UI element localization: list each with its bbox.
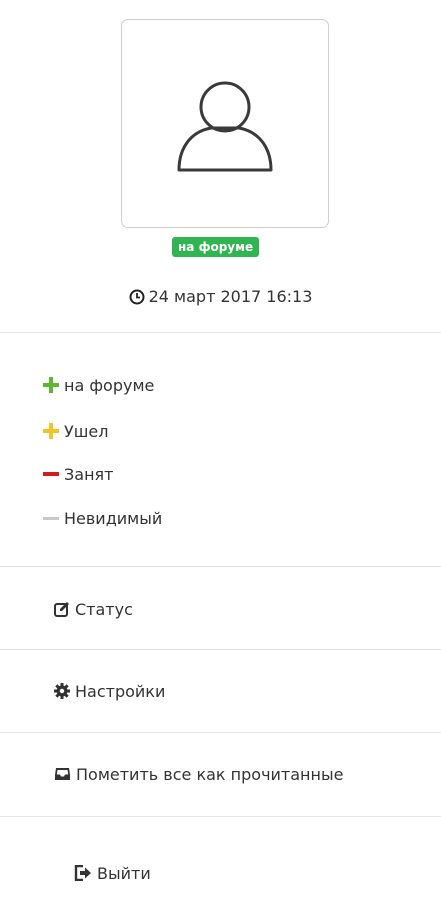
divider: [0, 566, 441, 567]
avatar[interactable]: [121, 19, 329, 228]
sign-out-icon: [74, 865, 91, 881]
gear-icon: [54, 683, 70, 699]
logout-menu-item[interactable]: Выйти: [74, 860, 151, 886]
status-option-label: Невидимый: [64, 508, 163, 528]
edit-icon: [54, 602, 69, 617]
status-option-label: Занят: [64, 464, 114, 484]
divider: [0, 649, 441, 650]
mark-all-read-label: Пометить все как прочитанные: [76, 764, 344, 784]
divider: [0, 816, 441, 817]
status-option-away[interactable]: Ушел: [43, 419, 108, 443]
minus-red-icon: [43, 466, 59, 482]
status-option-busy[interactable]: Занят: [43, 462, 113, 486]
logout-label: Выйти: [97, 863, 151, 883]
status-option-online[interactable]: на форуме: [43, 373, 154, 397]
settings-menu-label: Настройки: [75, 681, 166, 701]
last-seen: 24 март 2017 16:13: [0, 287, 441, 309]
minus-grey-icon: [43, 510, 59, 526]
clock-icon: [129, 289, 145, 309]
plus-green-icon: [43, 377, 59, 393]
settings-menu-item[interactable]: Настройки: [54, 678, 165, 704]
plus-yellow-icon: [43, 423, 59, 439]
online-status-badge: на форуме: [172, 237, 260, 257]
status-option-invisible[interactable]: Невидимый: [43, 506, 162, 530]
divider: [0, 332, 441, 333]
mark-all-read-menu-item[interactable]: Пометить все как прочитанные: [54, 761, 343, 787]
user-menu-panel: на форуме 24 март 2017 16:13 на форуме У…: [0, 0, 441, 917]
inbox-icon: [55, 768, 70, 780]
status-option-label: на форуме: [64, 375, 155, 395]
status-menu-label: Статус: [75, 599, 133, 619]
divider: [0, 732, 441, 733]
last-seen-text: 24 март 2017 16:13: [148, 287, 313, 306]
status-menu-item[interactable]: Статус: [54, 596, 133, 622]
status-option-label: Ушел: [64, 421, 109, 441]
user-placeholder-icon: [177, 81, 273, 172]
